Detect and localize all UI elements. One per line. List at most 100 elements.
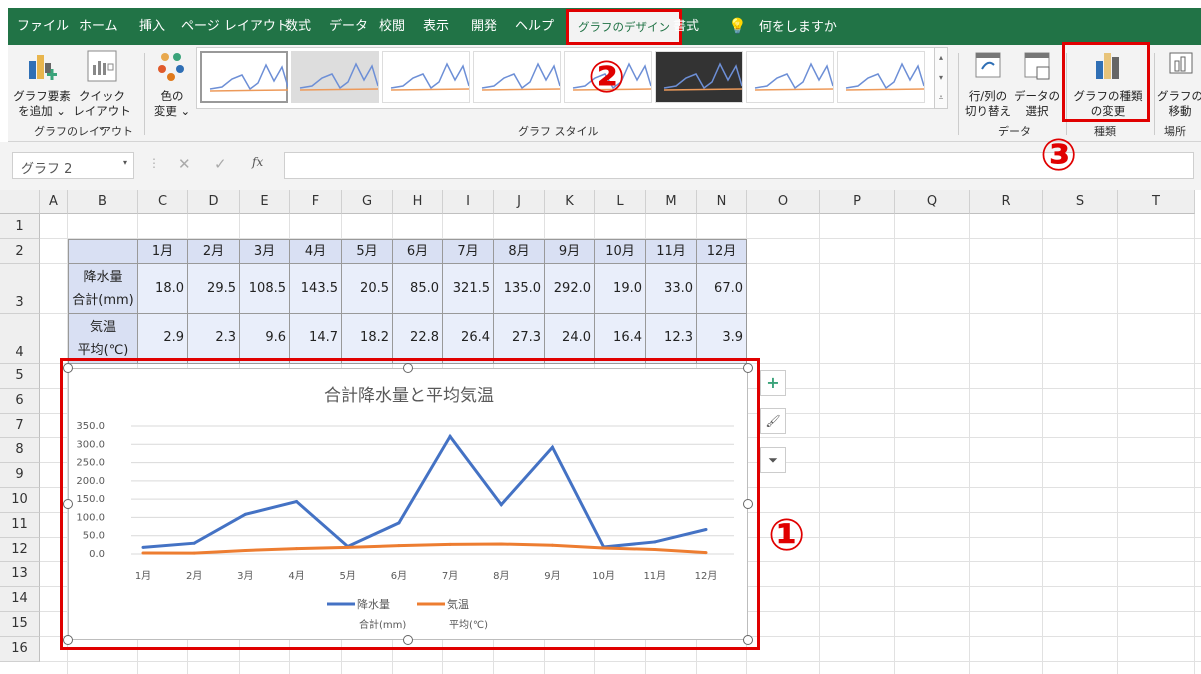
add-chart-element-button[interactable]: グラフ要素 を追加 ⌄ bbox=[12, 51, 72, 119]
column-header-O[interactable]: O bbox=[747, 190, 820, 214]
data-cell[interactable]: 29.5 bbox=[188, 264, 240, 314]
name-box[interactable]: グラフ 2 ▾ bbox=[12, 152, 134, 179]
chart-filters-button[interactable]: ⏷ bbox=[760, 447, 786, 473]
row-header-12[interactable]: 12 bbox=[0, 537, 40, 563]
month-header[interactable]: 4月 bbox=[290, 239, 342, 264]
tab-2[interactable]: 挿入 bbox=[130, 8, 174, 45]
chart-style-3[interactable] bbox=[382, 51, 470, 103]
insert-function-icon[interactable]: fx bbox=[252, 155, 263, 169]
tab-5[interactable]: データ bbox=[320, 8, 377, 45]
data-cell[interactable]: 16.4 bbox=[595, 314, 646, 364]
column-header-Q[interactable]: Q bbox=[895, 190, 970, 214]
row-header-16[interactable]: 16 bbox=[0, 636, 40, 662]
column-header-D[interactable]: D bbox=[188, 190, 240, 214]
row-header-14[interactable]: 14 bbox=[0, 587, 40, 612]
tab-11[interactable]: 書式 bbox=[664, 8, 708, 45]
data-cell[interactable]: 27.3 bbox=[494, 314, 545, 364]
chart-style-8[interactable] bbox=[837, 51, 925, 103]
column-header-P[interactable]: P bbox=[820, 190, 895, 214]
tab-7[interactable]: 表示 bbox=[414, 8, 458, 45]
month-header[interactable]: 7月 bbox=[443, 239, 494, 264]
month-header[interactable]: 2月 bbox=[188, 239, 240, 264]
data-cell[interactable]: 20.5 bbox=[342, 264, 393, 314]
tab-9[interactable]: ヘルプ bbox=[506, 8, 563, 45]
data-cell[interactable]: 22.8 bbox=[393, 314, 443, 364]
tab-0[interactable]: ファイル bbox=[8, 8, 78, 45]
chart-style-7[interactable] bbox=[746, 51, 834, 103]
change-colors-button[interactable]: 色の 変更 ⌄ bbox=[150, 49, 194, 119]
row-header-6[interactable]: 6 bbox=[0, 388, 40, 414]
data-cell[interactable]: 108.5 bbox=[240, 264, 290, 314]
tab-8[interactable]: 開発 bbox=[462, 8, 506, 45]
quick-layout-button[interactable]: クイック レイアウト ⌄ bbox=[72, 49, 132, 134]
select-data-button[interactable]: データの 選択 bbox=[1012, 49, 1062, 119]
month-header[interactable]: 12月 bbox=[697, 239, 747, 264]
row-header-4[interactable]: 4 bbox=[0, 314, 40, 364]
data-cell[interactable]: 67.0 bbox=[697, 264, 747, 314]
column-header-A[interactable]: A bbox=[40, 190, 68, 214]
row-header-10[interactable]: 10 bbox=[0, 488, 40, 513]
column-header-M[interactable]: M bbox=[646, 190, 697, 214]
column-header-T[interactable]: T bbox=[1118, 190, 1195, 214]
month-header[interactable]: 1月 bbox=[138, 239, 188, 264]
data-cell[interactable]: 33.0 bbox=[646, 264, 697, 314]
chart-style-2[interactable] bbox=[291, 51, 379, 103]
switch-row-column-button[interactable]: 行/列の 切り替え bbox=[964, 49, 1012, 119]
row-header-1[interactable]: 1 bbox=[0, 214, 40, 239]
column-header-E[interactable]: E bbox=[240, 190, 290, 214]
column-header-R[interactable]: R bbox=[970, 190, 1043, 214]
row-header-2[interactable]: 2 bbox=[0, 239, 40, 264]
select-all-corner[interactable] bbox=[0, 190, 40, 214]
row-label-cell[interactable]: 降水量 合計(mm) bbox=[68, 264, 138, 314]
month-header[interactable]: 5月 bbox=[342, 239, 393, 264]
month-header[interactable]: 10月 bbox=[595, 239, 646, 264]
month-header[interactable]: 6月 bbox=[393, 239, 443, 264]
data-cell[interactable]: 3.9 bbox=[697, 314, 747, 364]
chart-style-1[interactable] bbox=[200, 51, 289, 103]
data-cell[interactable]: 19.0 bbox=[595, 264, 646, 314]
tab-1[interactable]: ホーム bbox=[70, 8, 127, 45]
data-cell[interactable]: 2.3 bbox=[188, 314, 240, 364]
month-header[interactable]: 3月 bbox=[240, 239, 290, 264]
column-header-N[interactable]: N bbox=[697, 190, 747, 214]
cancel-icon[interactable]: ✕ bbox=[178, 155, 191, 173]
tell-me-box[interactable]: 💡 何をしますか bbox=[728, 8, 837, 45]
row-header-13[interactable]: 13 bbox=[0, 562, 40, 588]
chart-styles-button[interactable]: 🖌 bbox=[760, 408, 786, 434]
column-header-B[interactable]: B bbox=[68, 190, 138, 214]
data-cell[interactable]: 14.7 bbox=[290, 314, 342, 364]
tab-4[interactable]: 数式 bbox=[276, 8, 320, 45]
data-cell[interactable]: 18.0 bbox=[138, 264, 188, 314]
data-cell[interactable]: 12.3 bbox=[646, 314, 697, 364]
table-corner-cell[interactable] bbox=[68, 239, 138, 264]
data-cell[interactable]: 24.0 bbox=[545, 314, 595, 364]
column-header-H[interactable]: H bbox=[393, 190, 443, 214]
row-header-8[interactable]: 8 bbox=[0, 438, 40, 464]
data-cell[interactable]: 2.9 bbox=[138, 314, 188, 364]
data-cell[interactable]: 26.4 bbox=[443, 314, 494, 364]
row-label-cell[interactable]: 気温 平均(℃) bbox=[68, 314, 138, 364]
data-cell[interactable]: 85.0 bbox=[393, 264, 443, 314]
row-header-15[interactable]: 15 bbox=[0, 612, 40, 637]
data-cell[interactable]: 135.0 bbox=[494, 264, 545, 314]
gallery-scroll[interactable]: ▴ ▾ ⩡ bbox=[934, 47, 948, 109]
row-header-9[interactable]: 9 bbox=[0, 463, 40, 488]
column-header-S[interactable]: S bbox=[1043, 190, 1118, 214]
row-header-7[interactable]: 7 bbox=[0, 413, 40, 439]
column-header-G[interactable]: G bbox=[342, 190, 393, 214]
chart-elements-button[interactable]: + bbox=[760, 370, 786, 396]
enter-icon[interactable]: ✓ bbox=[214, 155, 227, 173]
column-header-I[interactable]: I bbox=[443, 190, 494, 214]
data-cell[interactable]: 292.0 bbox=[545, 264, 595, 314]
chart-style-4[interactable] bbox=[473, 51, 561, 103]
move-chart-button[interactable]: グラフの 移動 bbox=[1156, 49, 1201, 119]
column-header-J[interactable]: J bbox=[494, 190, 545, 214]
row-header-3[interactable]: 3 bbox=[0, 264, 40, 314]
column-header-K[interactable]: K bbox=[545, 190, 595, 214]
month-header[interactable]: 8月 bbox=[494, 239, 545, 264]
data-cell[interactable]: 9.6 bbox=[240, 314, 290, 364]
data-cell[interactable]: 321.5 bbox=[443, 264, 494, 314]
column-header-F[interactable]: F bbox=[290, 190, 342, 214]
row-header-5[interactable]: 5 bbox=[0, 364, 40, 389]
row-header-11[interactable]: 11 bbox=[0, 512, 40, 538]
